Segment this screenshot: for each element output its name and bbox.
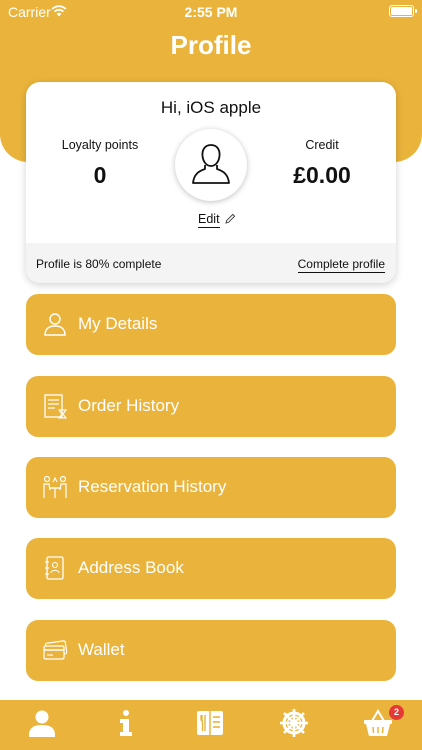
user-silhouette-icon (192, 144, 230, 184)
profile-progress-bar: Profile is 80% complete Complete profile (26, 243, 396, 283)
menu-label: Wallet (78, 640, 125, 659)
user-icon (44, 313, 66, 336)
menu-label: Reservation History (78, 477, 227, 496)
edit-profile-link[interactable]: Edit (198, 212, 220, 228)
menu-item-order-history[interactable]: Order History (26, 376, 396, 437)
credit-value: £0.00 (293, 162, 351, 188)
loyalty-points-value: 0 (93, 162, 107, 188)
menu-item-reservation-history[interactable]: Reservation History (26, 457, 396, 518)
table-reservation-icon (43, 475, 67, 498)
tab-settings[interactable] (252, 700, 336, 750)
loyalty-points-label: Loyalty points (61, 138, 139, 152)
tab-basket[interactable] (336, 700, 420, 750)
avatar[interactable] (175, 129, 247, 201)
receipt-icon (44, 394, 68, 419)
menu-label: Address Book (78, 558, 184, 577)
settings-tab-icon (280, 709, 308, 737)
menu-label: Order History (78, 396, 180, 415)
status-bar: Carrier 2:55 PM (0, 0, 422, 24)
address-book-icon (45, 556, 64, 580)
complete-profile-link[interactable]: Complete profile (297, 257, 385, 273)
info-tab-icon (120, 710, 132, 736)
pencil-icon[interactable] (225, 213, 236, 224)
profile-completion-text: Profile is 80% complete (36, 257, 162, 271)
tab-bar (0, 700, 422, 750)
tab-menu[interactable] (168, 700, 252, 750)
credit-card-icon (43, 640, 68, 660)
status-time: 2:55 PM (184, 4, 238, 20)
credit-label: Credit (305, 138, 339, 152)
menu-item-address-book[interactable]: Address Book (26, 538, 396, 599)
cart-count-badge: 2 (389, 705, 404, 720)
menu-item-wallet[interactable]: Wallet (26, 620, 396, 681)
greeting-text: Hi, iOS apple (160, 98, 262, 117)
profile-tab-icon (29, 710, 55, 737)
page-title: Profile (170, 30, 252, 60)
menu-label: My Details (78, 314, 158, 333)
profile-card: Hi, iOS apple Loyalty points 0 Credit £0… (26, 82, 396, 283)
tab-profile[interactable] (0, 700, 84, 750)
tab-info[interactable] (84, 700, 168, 750)
battery-icon (389, 5, 417, 17)
menu-item-my-details[interactable]: My Details (26, 294, 396, 355)
menu-tab-icon (197, 711, 223, 735)
